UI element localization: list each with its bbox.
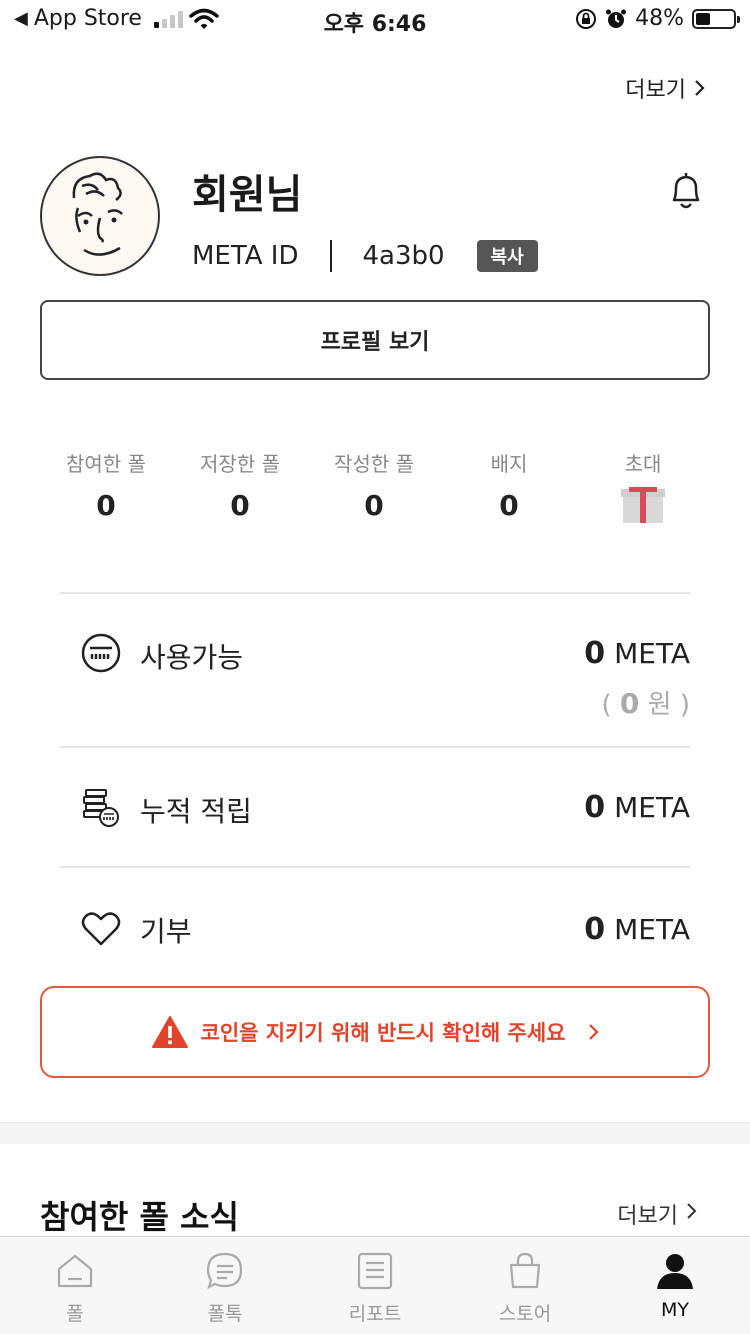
news-more-link[interactable]: 더보기 [617,1198,678,1230]
chevron-right-icon[interactable] [686,1202,698,1220]
more-link-top[interactable]: 더보기 [625,72,706,104]
accumulated-amount: 0 META [584,790,690,825]
stats-row: 참여한 폴 0 저장한 폴 0 작성한 폴 0 배지 0 초대 [40,448,710,538]
krw-amount: 0 [619,687,640,720]
meta-coin-icon [81,633,121,673]
battery-icon [692,8,740,29]
gift-icon [621,487,665,523]
heart-icon [81,912,121,946]
available-unit: META [614,637,690,670]
stat-label: 초대 [624,452,662,476]
chat-icon [206,1252,243,1290]
stat-value: 0 [364,489,384,522]
report-icon [357,1252,393,1290]
donation-label: 기부 [140,915,192,948]
chevron-right-icon [588,1024,599,1040]
tab-label: 폴 [66,1303,84,1325]
battery-percent: 48% [635,6,684,31]
stat-label: 참여한 폴 [66,452,146,476]
section-title: 참여한 폴 소식 [40,1198,239,1236]
meta-id-label: META ID [192,241,299,271]
avatar[interactable] [40,156,160,276]
home-icon [57,1254,93,1288]
tab-bar: 폴 폴톡 리포트 스토어 MY [0,1236,750,1334]
stat-value: 0 [499,489,519,522]
tab-report[interactable]: 리포트 [300,1237,450,1334]
accumulated-unit: META [614,791,690,824]
warning-text: 코인을 지키기 위해 반드시 확인해 주세요 [200,1021,566,1045]
wallet-donation-row[interactable]: 기부 0 META [60,866,690,976]
wallet-available-row[interactable]: 사용가능 0 META ( 0 원 ) [60,592,690,746]
bell-icon[interactable] [664,168,708,212]
meta-id-row: META ID 4a3b0 복사 [192,238,538,274]
donation-unit: META [614,913,690,946]
bag-icon [509,1252,541,1289]
accumulated-label: 누적 적립 [140,795,252,828]
tab-polltalk[interactable]: 폴톡 [150,1237,300,1334]
stat-created-polls[interactable]: 작성한 폴 0 [314,448,434,522]
chevron-right-icon [695,80,705,96]
stat-participated-polls[interactable]: 참여한 폴 0 [46,448,166,522]
coin-stack-icon [83,789,119,827]
view-profile-button[interactable]: 프로필 보기 [40,300,710,380]
person-icon [657,1254,693,1289]
face-illustration-icon [72,172,123,256]
stat-label: 작성한 폴 [334,452,414,476]
tab-label: 스토어 [498,1303,552,1325]
status-bar: ◀ App Store 오후 6:46 48% [0,0,750,42]
available-krw: ( 0 원 ) [602,684,691,721]
accumulated-amount-value: 0 [584,790,606,825]
section-divider [0,1122,750,1144]
available-amount-value: 0 [584,636,606,671]
krw-open: ( [601,690,620,720]
tab-store[interactable]: 스토어 [450,1237,600,1334]
available-amount: 0 META [584,636,690,671]
meta-id-value: 4a3b0 [362,241,445,271]
stat-value: 0 [230,489,250,522]
stat-invite[interactable]: 초대 [583,448,703,523]
tab-poll[interactable]: 폴 [0,1237,150,1334]
stat-saved-polls[interactable]: 저장한 폴 0 [180,448,300,522]
tab-label: 리포트 [348,1303,402,1325]
stat-label: 배지 [490,452,528,476]
copy-button[interactable]: 복사 [476,240,538,272]
donation-amount: 0 META [584,912,690,947]
more-label: 더보기 [625,78,686,103]
donation-amount-value: 0 [584,912,606,947]
stat-label: 저장한 폴 [200,452,280,476]
username: 회원님 [192,172,303,218]
available-label: 사용가능 [140,641,244,674]
stat-value: 0 [96,489,116,522]
wallet-accumulated-row[interactable]: 누적 적립 0 META [60,746,690,866]
tab-label: MY [661,1299,689,1321]
tab-label: 폴톡 [207,1303,243,1325]
alarm-icon [606,9,627,28]
tab-my[interactable]: MY [600,1237,750,1334]
stat-badges[interactable]: 배지 0 [449,448,569,522]
rotation-lock-icon [576,8,597,29]
divider [330,240,333,272]
security-warning-banner[interactable]: 코인을 지키기 위해 반드시 확인해 주세요 [40,986,710,1078]
krw-unit: 원 ) [639,690,690,720]
warning-icon [151,1016,188,1048]
